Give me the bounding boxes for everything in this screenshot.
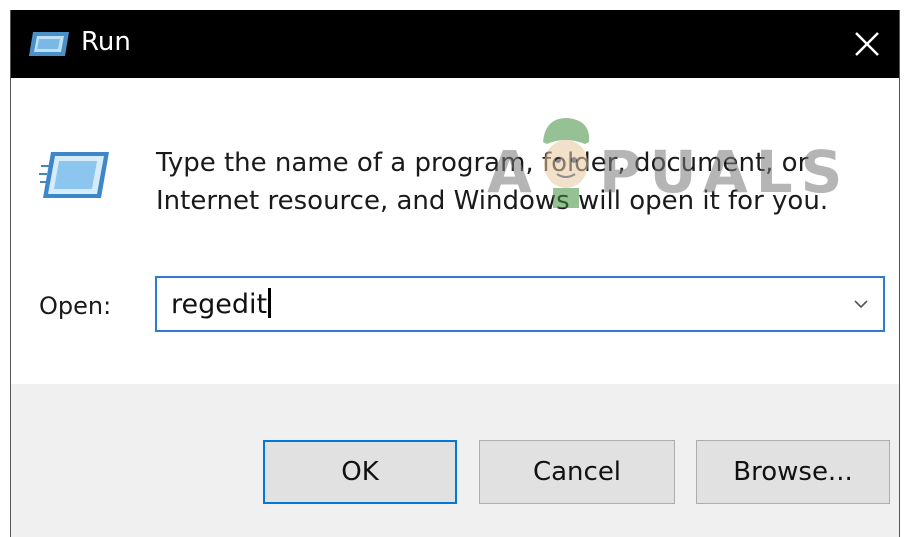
description-line-2: Internet resource, and Windows will open… bbox=[156, 186, 829, 216]
description-line-1: Type the name of a program, folder, docu… bbox=[156, 148, 809, 178]
ok-button[interactable]: OK bbox=[263, 440, 457, 504]
open-input-value: regedit bbox=[171, 289, 268, 320]
run-icon bbox=[39, 152, 109, 198]
button-bar: OK Cancel Browse... bbox=[11, 384, 899, 537]
dialog-body: Type the name of a program, folder, docu… bbox=[11, 78, 899, 384]
title-bar[interactable]: Run bbox=[11, 10, 899, 78]
run-dialog: Run Type the name of a program, folder, … bbox=[10, 10, 900, 537]
close-icon[interactable] bbox=[843, 20, 891, 68]
cancel-button[interactable]: Cancel bbox=[479, 440, 675, 504]
browse-button[interactable]: Browse... bbox=[696, 440, 890, 504]
dialog-description: Type the name of a program, folder, docu… bbox=[156, 144, 856, 220]
window-title: Run bbox=[81, 27, 131, 57]
chevron-down-icon[interactable] bbox=[851, 294, 871, 314]
open-combobox[interactable]: regedit bbox=[155, 276, 885, 332]
run-icon bbox=[29, 32, 69, 56]
open-input[interactable]: regedit bbox=[171, 288, 272, 322]
text-caret bbox=[268, 288, 272, 318]
open-label: Open: bbox=[39, 292, 112, 320]
